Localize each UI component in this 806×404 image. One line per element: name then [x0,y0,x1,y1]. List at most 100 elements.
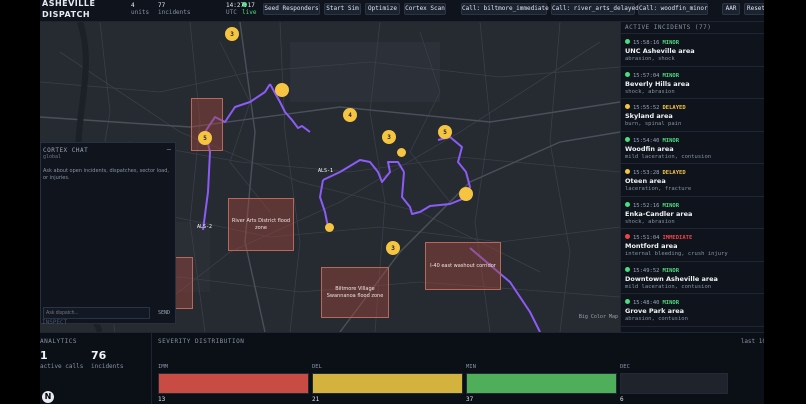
active-calls-label: active calls [40,363,84,370]
incident-injuries: internal bleeding, crush injury [625,251,728,257]
incident-row[interactable]: 15:52:16 MINOR Enka-Candler area shock, abr… [621,197,766,229]
incident-row[interactable]: 15:58:16 MINOR UNC Asheville area abrasion,… [621,34,766,67]
incident-cluster-marker[interactable]: 5 [198,131,212,145]
incident-marker[interactable] [325,223,334,232]
severity-dot-icon [625,266,630,272]
cortex-scan-button[interactable]: Cortex Scan [404,3,446,15]
incident-injuries: shock, abrasion [625,218,675,225]
incident-severity: MINOR [662,40,680,46]
send-button[interactable]: SEND [155,307,173,319]
optimize-button[interactable]: Optimize [365,3,400,15]
units-stat: 4 units [131,2,149,16]
incident-count-label: incidents [91,363,124,370]
incident-severity: MINOR [662,72,680,79]
incident-area: Montford area [625,242,678,250]
incident-row[interactable]: 15:48:40 MINOR Grove Park area abrasion, co… [621,294,766,327]
incident-area: Enka-Candler area [625,209,693,218]
incident-marker[interactable] [459,187,473,201]
incident-time: 15:58:16 MINOR [625,39,766,47]
severity-count: 6 [620,396,624,403]
incidents-header: ACTIVE INCIDENTS (77) [621,22,766,34]
incident-severity: DELAYED [662,105,686,111]
severity-label: DEL [312,364,322,370]
inspect-label: INSPECT [42,319,68,326]
incident-timestamp: 15:52:16 [633,202,660,209]
incident-row[interactable]: 15:57:04 MINOR Beverly Hills area shock, ab… [621,67,766,99]
chat-input[interactable] [43,307,150,319]
incident-marker[interactable] [275,83,289,97]
n-logo-icon[interactable]: N [42,391,54,403]
analytics-title: ANALYTICS [40,338,78,345]
flood-zone-river-arts[interactable]: River Arts District flood zone [228,198,294,251]
incident-cluster-marker[interactable]: 3 [386,241,400,255]
incident-timestamp: 15:53:28 [633,170,660,176]
incident-severity: DELAYED [662,170,686,176]
flood-zone-biltmore[interactable]: Biltmore Village Swannanoa flood zone [321,267,389,318]
flood-zone[interactable] [173,257,193,309]
right-edge [764,0,806,404]
incident-severity: MINOR [662,137,680,144]
map-attribution: Big Color Map [578,314,618,320]
active-calls-count: 1 [40,349,48,362]
severity-count: 21 [312,396,320,403]
severity-dot-icon [625,39,630,44]
incident-row[interactable]: 15:55:52 DELAYED Skyland area burn, spinal … [621,99,766,132]
incident-timestamp: 15:58:16 [633,40,660,46]
incident-injuries: abrasion, contusion [625,316,688,322]
incident-injuries: abrasion, shock [625,56,675,62]
incident-time: 15:49:52 MINOR [625,266,766,275]
aar-button[interactable]: AAR [722,3,740,15]
seed-responders-button[interactable]: Seed Responders [263,3,320,15]
incident-time: 15:51:04 IMMEDIATE [625,234,766,242]
unit-label: ALS-1 [318,168,334,174]
incident-cluster-marker[interactable]: 5 [438,125,452,139]
incident-row[interactable]: 15:54:40 MINOR Woodfin area mild laceration… [621,132,766,164]
app-title: ASHEVILLE DISPATCH [42,0,96,19]
incident-time: 15:48:40 MINOR [625,299,766,307]
severity-dot-icon [625,71,630,77]
incident-injuries: mild laceration, contusion [625,153,712,160]
incident-area: Woodfin area [625,144,674,153]
incidents-label: incidents [158,9,191,16]
severity-bar [158,373,309,394]
incident-area: UNC Asheville area [625,47,695,55]
flood-zone-i40[interactable]: I-40 east washout corridor [425,242,501,290]
incident-injuries: burn, spinal pain [625,121,682,127]
bottom-panel: ANALYTICS 1 active calls 76 incidents N … [40,332,766,404]
incident-cluster-marker[interactable]: 3 [225,27,239,41]
incident-cluster-marker[interactable]: 4 [343,108,357,122]
incident-area: Skyland area [625,112,673,120]
severity-bar [466,373,617,394]
incident-row[interactable]: 15:53:28 DELAYED Oteen area laceration, fra… [621,164,766,197]
chat-help-text: Ask about open incidents, dispatches, se… [43,168,169,181]
incident-injuries: mild laceration, contusion [625,283,712,290]
call-woodfin-minor-button[interactable]: Call: woodfin_minor [638,3,708,15]
incident-timestamp: 15:54:40 [633,137,660,144]
incident-cluster-marker[interactable]: 3 [382,130,396,144]
severity-dot-icon [625,136,630,142]
incident-marker[interactable] [397,148,406,157]
severity-dot-icon [625,169,630,174]
call-biltmore-immediate-button[interactable]: Call: biltmore_immediate [461,3,549,15]
incident-area: Beverly Hills area [625,79,690,88]
incident-injuries: shock, abrasion [625,88,675,95]
chat-title: CORTEX CHAT [43,147,89,154]
minimize-icon[interactable]: — [167,145,171,153]
incident-row[interactable]: 15:51:04 IMMEDIATE Montford area internal b… [621,229,766,262]
severity-label: DEC [620,364,630,370]
incidents-count: 77 [158,2,166,9]
incidents-stat: 77 incidents [158,2,191,16]
incident-area: Downtown Asheville area [625,274,718,283]
severity-bar [312,373,463,394]
analytics-section: ANALYTICS 1 active calls 76 incidents N [40,333,152,404]
incident-row[interactable]: 15:49:52 MINOR Downtown Asheville area mild… [621,262,766,294]
incident-time: 15:57:04 MINOR [625,71,766,80]
call-river-arts-delayed-button[interactable]: Call: river_arts_delayed [551,3,639,15]
start-sim-button[interactable]: Start Sim [324,3,361,15]
incident-timestamp: 15:57:04 [633,72,660,79]
left-edge [0,0,40,404]
incident-time: 15:53:28 DELAYED [625,169,766,177]
clock: 14:27:17 UTC [226,2,255,16]
units-label: units [131,9,150,16]
incident-area: Oteen area [625,177,666,185]
